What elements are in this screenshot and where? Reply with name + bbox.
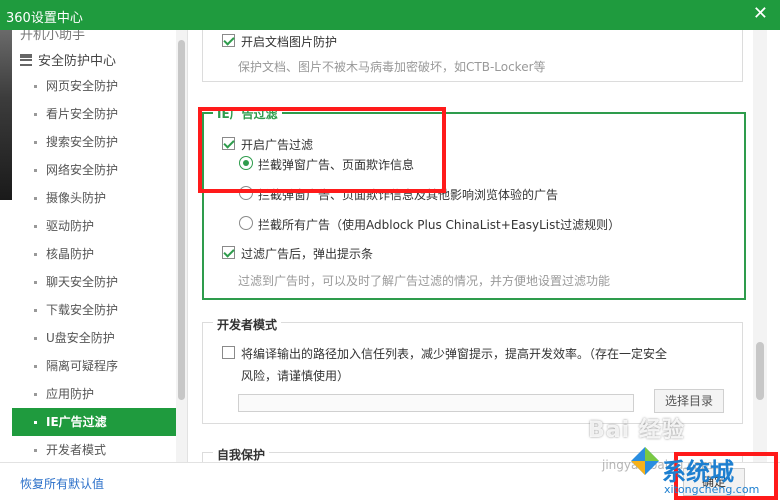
popup-tip-label: 过滤广告后，弹出提示条: [241, 247, 374, 261]
sidebar-item-label: 看片安全防护: [46, 107, 119, 121]
popup-tip-desc: 过滤到广告时，可以及时了解广告过滤的情况，并方便地设置过滤功能: [238, 274, 611, 288]
title-bar: 360设置中心 ✕: [0, 0, 780, 30]
list-icon: [20, 53, 32, 66]
site-logo-text: 系统城: [662, 458, 734, 486]
dev-mode-label-line2: 风险，请谨慎使用）: [241, 369, 350, 383]
settings-panel: 开启文档图片防护 保护文档、图片不被木马病毒加密破坏，如CTB-Locker等 …: [189, 30, 780, 462]
sidebar-item-label: 核晶防护: [46, 247, 95, 261]
sidebar-item-label: 下载安全防护: [46, 303, 119, 317]
self-protect-legend: 自我保护: [213, 446, 270, 462]
dev-mode-checkbox[interactable]: [222, 346, 235, 359]
bullet-icon: [34, 169, 37, 172]
sidebar-item-label: 驱动防护: [46, 219, 95, 233]
main-scroll-thumb[interactable]: [756, 342, 764, 400]
site-logo-url: xitongcheng.com: [664, 483, 760, 496]
reset-defaults-link[interactable]: 恢复所有默认值: [20, 475, 104, 492]
sidebar-group-label: 安全防护中心: [38, 54, 117, 69]
sidebar-group-security[interactable]: 安全防护中心: [20, 50, 116, 69]
bullet-icon: [34, 225, 37, 228]
bullet-icon: [34, 85, 37, 88]
sidebar-item-download[interactable]: 下载安全防护: [12, 296, 176, 324]
ad-filter-enable-checkbox[interactable]: [222, 137, 235, 150]
doc-protect-label: 开启文档图片防护: [241, 35, 338, 49]
sidebar-item-ie-filter[interactable]: IE广告过滤: [12, 408, 176, 436]
bullet-icon: [34, 309, 37, 312]
sidebar-item-prev[interactable]: 开机小助手: [20, 30, 85, 43]
ad-filter-enable-label: 开启广告过滤: [241, 138, 314, 152]
sidebar-item-chat[interactable]: 聊天安全防护: [12, 268, 176, 296]
bullet-icon: [34, 337, 37, 340]
sidebar-item-quarantine[interactable]: 隔离可疑程序: [12, 352, 176, 380]
sidebar-item-search[interactable]: 搜索安全防护: [12, 128, 176, 156]
close-icon[interactable]: ✕: [753, 4, 768, 24]
ad-filter-option-1-radio[interactable]: [239, 156, 253, 170]
sidebar-item-label: 应用防护: [46, 387, 95, 401]
sidebar-item-usb[interactable]: U盘安全防护: [12, 324, 176, 352]
bullet-icon: [34, 113, 37, 116]
ad-filter-option-2-label: 拦截弹窗广告、页面欺诈信息及其他影响浏览体验的广告: [258, 188, 559, 202]
sidebar-item-label: 网络安全防护: [46, 163, 119, 177]
window-title: 360设置中心: [6, 11, 83, 26]
bullet-icon: [34, 281, 37, 284]
sidebar-item-web[interactable]: 网页安全防护: [12, 72, 176, 100]
bullet-icon: [34, 197, 37, 200]
ie-filter-legend: IE广告过滤: [213, 105, 282, 122]
bullet-icon: [34, 421, 37, 424]
sidebar-item-camera[interactable]: 摄像头防护: [12, 184, 176, 212]
sidebar-item-dev-mode[interactable]: 开发者模式: [12, 436, 176, 462]
sidebar-scroll-thumb[interactable]: [178, 40, 185, 400]
select-dir-button[interactable]: 选择目录: [654, 389, 724, 413]
dev-mode-legend: 开发者模式: [213, 316, 282, 333]
ad-filter-option-2-radio[interactable]: [239, 186, 253, 200]
sidebar: 开机小助手 安全防护中心 网页安全防护 看片安全防护 搜索安全防护 网络安全防护…: [12, 30, 188, 462]
bullet-icon: [34, 253, 37, 256]
popup-tip-checkbox[interactable]: [222, 246, 235, 259]
sidebar-item-video[interactable]: 看片安全防护: [12, 100, 176, 128]
sidebar-item-label: U盘安全防护: [46, 331, 115, 345]
sidebar-item-label: 隔离可疑程序: [46, 359, 119, 373]
ad-filter-option-3-radio[interactable]: [239, 216, 253, 230]
doc-protect-checkbox[interactable]: [222, 34, 235, 47]
background-photo: [0, 30, 12, 200]
bullet-icon: [34, 449, 37, 452]
dev-mode-label-line1: 将编译输出的路径加入信任列表，减少弹窗提示，提高开发效率。（存在一定安全: [241, 347, 668, 361]
sidebar-item-label: 聊天安全防护: [46, 275, 119, 289]
doc-protect-desc: 保护文档、图片不被木马病毒加密破坏，如CTB-Locker等: [238, 60, 546, 74]
sidebar-item-app[interactable]: 应用防护: [12, 380, 176, 408]
sidebar-item-label: 开发者模式: [46, 443, 107, 457]
sidebar-item-label: IE广告过滤: [46, 415, 107, 429]
sidebar-item-label: 摄像头防护: [46, 191, 107, 205]
sidebar-item-network[interactable]: 网络安全防护: [12, 156, 176, 184]
ad-filter-option-3-label: 拦截所有广告（使用Adblock Plus ChinaList+EasyList…: [258, 218, 621, 232]
dev-path-input[interactable]: [238, 394, 634, 412]
bullet-icon: [34, 141, 37, 144]
sidebar-item-label: 网页安全防护: [46, 79, 119, 93]
ad-filter-option-1-label: 拦截弹窗广告、页面欺诈信息: [258, 158, 415, 172]
bullet-icon: [34, 365, 37, 368]
bullet-icon: [34, 393, 37, 396]
sidebar-item-label: 搜索安全防护: [46, 135, 119, 149]
sidebar-item-driver[interactable]: 驱动防护: [12, 212, 176, 240]
sidebar-item-core[interactable]: 核晶防护: [12, 240, 176, 268]
